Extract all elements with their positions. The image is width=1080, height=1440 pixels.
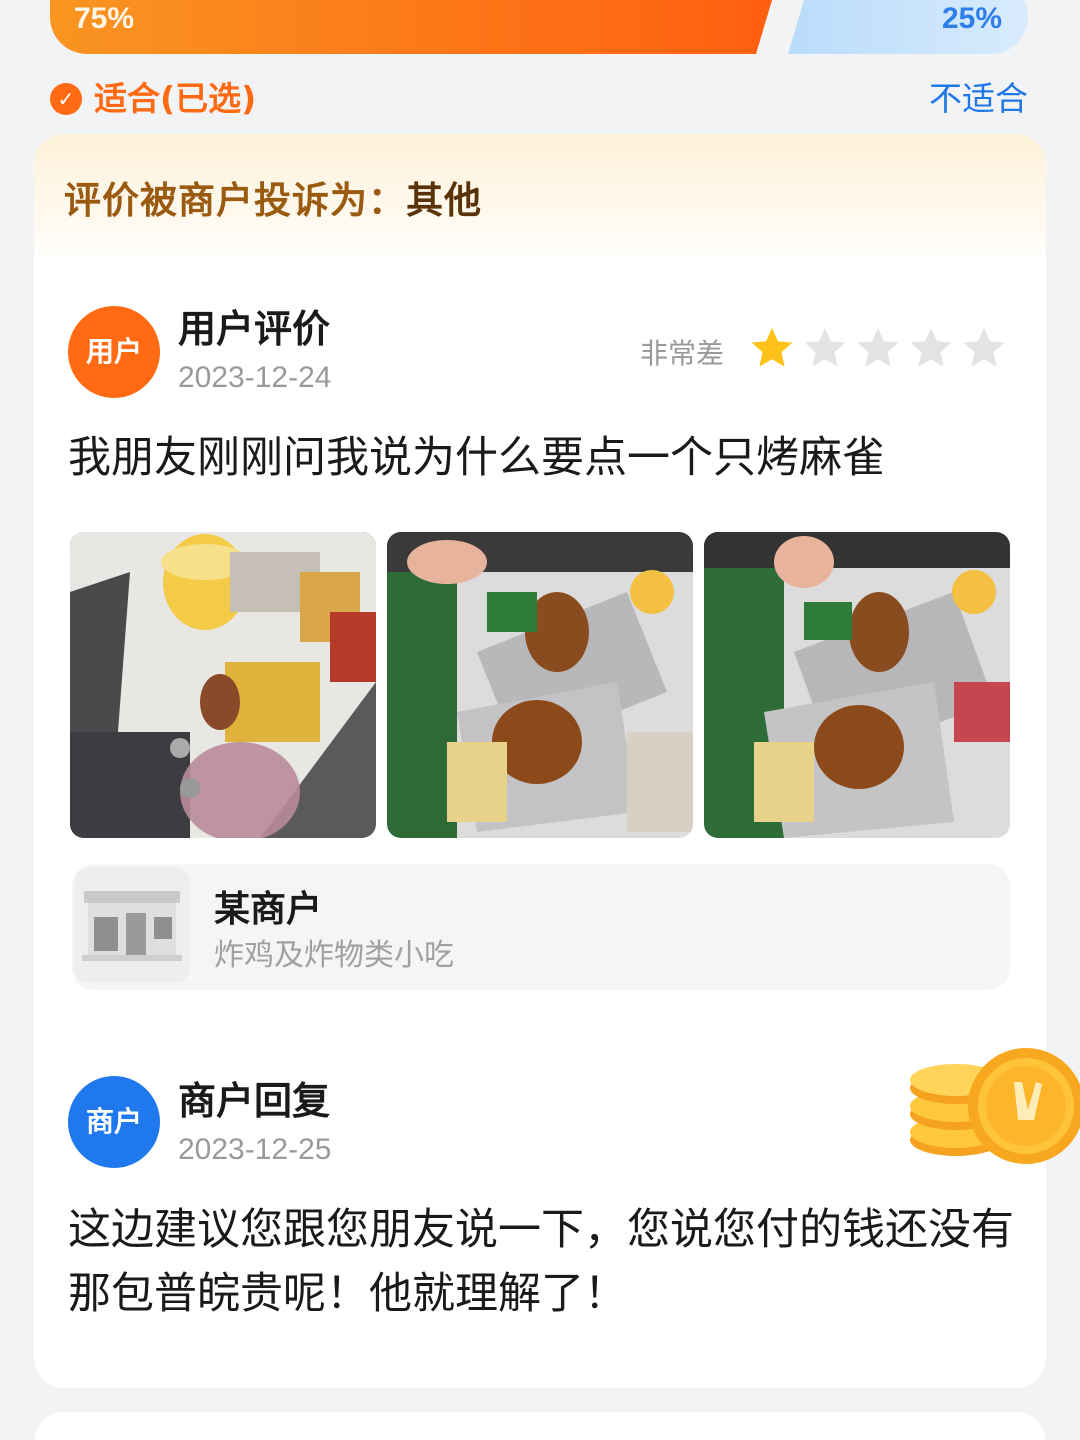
coin-reward-icon[interactable] (906, 1040, 1080, 1170)
disagree-percent: 25% (941, 2, 1002, 35)
star-rating (750, 326, 1015, 372)
review-date: 2023-12-24 (178, 361, 332, 394)
star-empty-icon (962, 326, 1006, 370)
complaint-text: 评价被商户投诉为：其他 (64, 170, 482, 224)
review-text: 我朋友刚刚问我说为什么要点一个只烤麻雀 (68, 433, 885, 483)
merchant-avatar[interactable]: 商户 (68, 1076, 160, 1168)
star-empty-icon (909, 326, 953, 370)
merchant-name: 某商户 (214, 889, 323, 930)
review-card: 评价被商户投诉为：其他 用户 用户评价 2023-12-24 非常差 我朋友刚刚… (34, 134, 1046, 1388)
disagree-option[interactable]: 不适合 (929, 77, 1028, 121)
review-photo-2[interactable] (387, 532, 693, 838)
reply-text: 这边建议您跟您朋友说一下，您说您付的钱还没有那包普皖贵呢！他就理解了！ (68, 1205, 1014, 1319)
reply-date: 2023-12-25 (178, 1133, 332, 1166)
agree-option[interactable]: 适合(已选) (94, 77, 256, 121)
complaint-label: 评价被商户投诉为： (64, 179, 406, 222)
check-icon: ✓ (50, 83, 82, 115)
merchant-card[interactable]: 某商户 炸鸡及炸物类小吃 (72, 864, 1010, 990)
complaint-banner: 评价被商户投诉为：其他 (34, 134, 1046, 262)
agree-percent: 75% (74, 2, 135, 35)
star-filled-icon (750, 326, 794, 370)
vote-options: ✓ 适合(已选) 不适合 (50, 74, 1028, 126)
review-title: 用户评价 (178, 307, 331, 351)
star-empty-icon (856, 326, 900, 370)
user-avatar[interactable]: 用户 (68, 306, 160, 398)
vote-agree-bar (50, 0, 773, 54)
review-photo-1[interactable] (70, 532, 376, 838)
star-empty-icon (803, 326, 847, 370)
complaint-value: 其他 (406, 179, 482, 222)
rating-text: 非常差 (640, 337, 725, 370)
reply-title: 商户回复 (178, 1079, 331, 1123)
merchant-category: 炸鸡及炸物类小吃 (214, 938, 454, 973)
review-photo-3[interactable] (704, 532, 1010, 838)
next-card (34, 1412, 1046, 1440)
vote-bar: 75% 25% (50, 0, 1028, 54)
shop-icon (74, 867, 190, 983)
